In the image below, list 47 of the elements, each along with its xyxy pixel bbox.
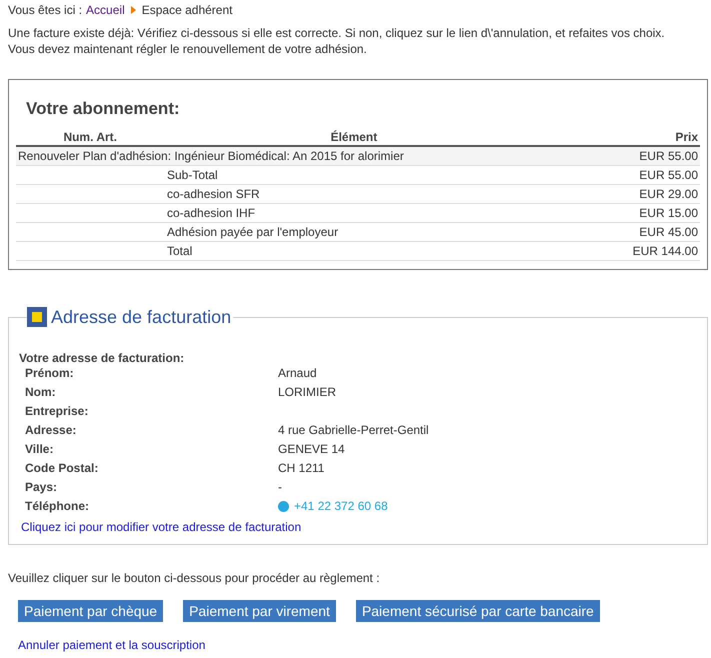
table-cell: EUR 29.00 (639, 186, 698, 200)
table-cell: EUR 15.00 (639, 206, 698, 220)
address-heading: Votre adresse de facturation: (19, 350, 186, 364)
table-cell: Adhésion payée par l'employeur (167, 224, 338, 238)
field-label: Téléphone: (25, 498, 90, 515)
breadcrumb-link[interactable]: Accueil (86, 1, 125, 19)
table-cell: EUR 55.00 (639, 148, 698, 162)
table-cell: EUR 144.00 (632, 244, 698, 258)
info-text: Vous devez maintenant régler le renouvellement de votre adhésion. (8, 41, 368, 57)
phone-icon (278, 500, 289, 512)
table-cell: Renouveler Plan d'adhésion: Ingénieur Biomédical: An 2015 for alorimier (18, 148, 404, 162)
field-value: 4 rue Gabrielle-Perret-Gentil (278, 422, 429, 439)
breadcrumb-label: Vous êtes ici : (8, 2, 82, 19)
table-cell: EUR 55.00 (639, 168, 698, 182)
table-cell: co-adhesion SFR (167, 186, 260, 200)
payment-button[interactable]: Paiement sécurisé par carte bancaire (356, 600, 600, 622)
table-cell: co-adhesion IHF (167, 206, 256, 220)
edit-address-link[interactable]: Cliquez ici pour modifier votre adresse de facturation (21, 518, 697, 536)
field-value: - (278, 479, 282, 496)
chevron-icon (130, 6, 136, 14)
instruction-text: Veuillez cliquer sur le bouton ci-dessous pour procéder au règlement : (8, 570, 381, 586)
field-value: CH 1211 (278, 460, 324, 477)
field-label: Ville: (25, 441, 54, 458)
table-cell: Sub-Total (167, 168, 218, 182)
field-label: Code Postal: (25, 460, 100, 477)
field-label: Prénom: (25, 365, 75, 382)
field-label: Entreprise: (25, 403, 90, 420)
column-header: Prix (588, 130, 700, 146)
cancel-link[interactable]: Annuler paiement et la souscription (18, 636, 206, 654)
column-header: Num. Art. (16, 130, 119, 146)
info-text: Une facture existe déjà: Vérifiez ci-dessous si elle est correcte. Si non, cliquez sur le lien d\'annulation, et refaites vos choix. (8, 25, 666, 41)
payment-button[interactable]: Paiement par chèque (18, 600, 164, 622)
section-title: Votre abonnement: (26, 98, 181, 120)
payment-button[interactable]: Paiement par virement (183, 600, 336, 622)
phone-link[interactable]: +41 22 372 60 68 (294, 497, 388, 515)
square-icon (27, 307, 47, 327)
section-title: Adresse de facturation (51, 306, 232, 328)
field-label: Pays: (25, 479, 58, 496)
field-value: GENEVE 14 (278, 441, 345, 458)
field-value: LORIMIER (278, 384, 336, 401)
table-cell: EUR 45.00 (639, 224, 698, 238)
column-header: Élément (119, 130, 589, 146)
field-label: Adresse: (25, 422, 78, 439)
table-cell: Total (167, 244, 192, 258)
breadcrumb-current: Espace adhérent (142, 2, 232, 19)
field-label: Nom: (25, 384, 57, 401)
field-value: Arnaud (278, 365, 317, 382)
